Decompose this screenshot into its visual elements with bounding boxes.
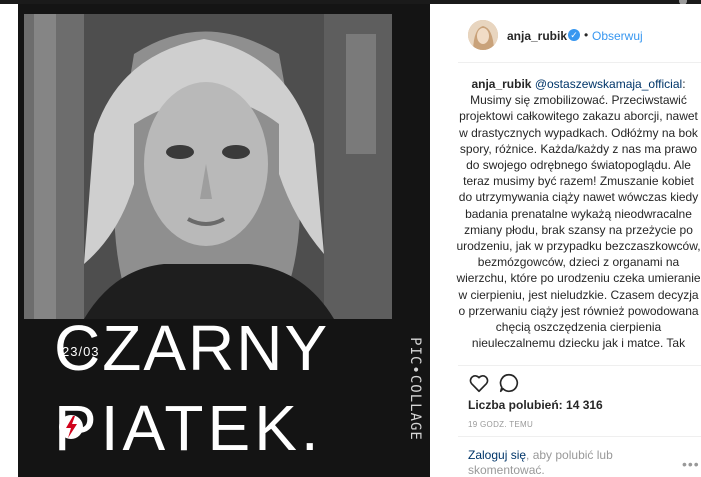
login-link[interactable]: Zaloguj się [468, 448, 526, 462]
caption-comment: anja_rubik @ostaszewskamaja_official: Mu… [456, 76, 701, 363]
comment-mention[interactable]: @ostaszewskamaja_official [535, 77, 682, 91]
login-prompt: Zaloguj się, aby polubić lub skomentować… [468, 448, 668, 477]
comment-text: : Musimy się zmobilizować. Przeciwstawić… [456, 77, 701, 351]
comment-username[interactable]: anja_rubik [471, 77, 531, 91]
post-header: anja_rubik ✓ • Obserwuj [430, 18, 701, 62]
likes-number: 14 316 [566, 398, 603, 412]
header-separator: • [584, 28, 589, 42]
footer-divider [458, 436, 701, 437]
likes-count[interactable]: Liczba polubień: 14 316 [468, 398, 603, 412]
caption-date: 23/03 [62, 344, 100, 359]
avatar[interactable] [468, 20, 498, 50]
likes-label: Liczba polubień: [468, 398, 563, 412]
verified-badge-icon: ✓ [568, 29, 580, 41]
post-timestamp[interactable]: 19 GODZ. TEMU [468, 420, 533, 429]
actions-divider [458, 365, 701, 366]
more-options-icon[interactable]: ••• [682, 456, 700, 472]
heart-icon[interactable] [468, 372, 490, 394]
post-media[interactable]: CZARNY 23/03 PIATEK. PIC•COLLAGE [18, 4, 430, 477]
pic-collage-watermark: PIC•COLLAGE [407, 337, 423, 441]
comment-bubble-icon[interactable] [498, 372, 520, 394]
portrait-photo [24, 14, 392, 319]
comment-body: anja_rubik @ostaszewskamaja_official: Mu… [456, 76, 701, 351]
caption-line-2: PIATEK. [54, 392, 323, 464]
header-divider [458, 62, 701, 63]
follow-button[interactable]: Obserwuj [592, 29, 643, 43]
strike-bolt-logo [59, 415, 83, 439]
post-sidebar: anja_rubik ✓ • Obserwuj anja_rubik @osta… [430, 4, 701, 477]
username-link[interactable]: anja_rubik [507, 29, 567, 43]
